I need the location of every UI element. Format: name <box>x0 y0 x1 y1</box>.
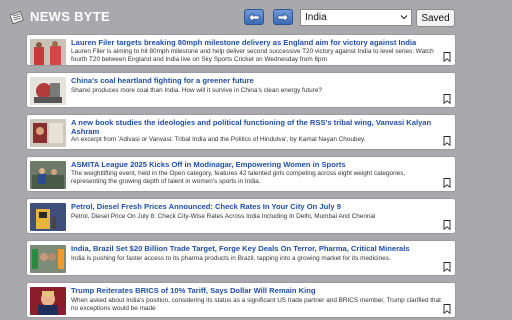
next-button[interactable] <box>273 9 293 25</box>
article-summary: When asked about India's position, consi… <box>71 297 441 313</box>
article-card[interactable]: Petrol, Diesel Fresh Prices Announced: C… <box>26 198 456 234</box>
article-card[interactable]: Lauren Filer targets breaking 80mph mile… <box>26 34 456 66</box>
newspaper-logo-icon <box>10 11 24 24</box>
article-headline[interactable]: Lauren Filer targets breaking 80mph mile… <box>71 38 449 47</box>
article-card[interactable]: ASMITA League 2025 Kicks Off in Modinaga… <box>26 156 456 192</box>
bookmark-icon[interactable] <box>443 136 451 146</box>
article-thumbnail <box>30 287 66 315</box>
previous-button[interactable] <box>244 9 264 25</box>
bookmark-icon[interactable] <box>443 52 451 62</box>
article-headline[interactable]: ASMITA League 2025 Kicks Off in Modinaga… <box>71 160 449 169</box>
article-card[interactable]: China's coal heartland fighting for a gr… <box>26 72 456 108</box>
arrow-right-icon <box>277 12 289 22</box>
article-summary: Lauren Filer is aiming to hit 80mph mile… <box>71 48 434 64</box>
saved-button[interactable]: Saved <box>416 9 455 27</box>
article-summary: India is pushing for faster access to it… <box>71 255 391 262</box>
article-summary: Shanxi produces more coal than India. Ho… <box>71 87 322 94</box>
article-thumbnail <box>30 203 66 231</box>
chevron-down-icon <box>400 15 408 20</box>
article-card[interactable]: India, Brazil Set $20 Billion Trade Targ… <box>26 240 456 276</box>
bookmark-icon[interactable] <box>443 262 451 272</box>
bookmark-icon[interactable] <box>443 178 451 188</box>
article-headline[interactable]: India, Brazil Set $20 Billion Trade Targ… <box>71 244 449 253</box>
article-thumbnail <box>30 77 66 105</box>
app-header: NEWS BYTE India Saved <box>0 0 512 34</box>
country-select-value: India <box>305 12 327 23</box>
bookmark-icon[interactable] <box>443 220 451 230</box>
article-thumbnail <box>30 245 66 273</box>
bookmark-icon[interactable] <box>443 304 451 314</box>
article-thumbnail <box>30 39 66 65</box>
article-card[interactable]: A new book studies the ideologies and po… <box>26 114 456 150</box>
country-select[interactable]: India <box>300 9 412 26</box>
article-headline[interactable]: China's coal heartland fighting for a gr… <box>71 76 449 85</box>
article-headline[interactable]: Petrol, Diesel Fresh Prices Announced: C… <box>71 202 449 211</box>
article-headline[interactable]: Trump Reiterates BRICS of 10% Tariff, Sa… <box>71 286 449 295</box>
article-card[interactable]: Trump Reiterates BRICS of 10% Tariff, Sa… <box>26 282 456 318</box>
article-summary: Petrol, Diesel Price On July 8: Check Ci… <box>71 213 376 220</box>
article-summary: An excerpt from 'Adivasi or Vanvasi: Tri… <box>71 136 366 143</box>
article-headline[interactable]: A new book studies the ideologies and po… <box>71 118 449 136</box>
bookmark-icon[interactable] <box>443 94 451 104</box>
article-thumbnail <box>30 119 66 147</box>
arrow-left-icon <box>248 12 260 22</box>
article-thumbnail <box>30 161 66 189</box>
app-title: NEWS BYTE <box>30 9 110 24</box>
article-summary: The weightlifting event, held in the Ope… <box>71 170 406 186</box>
